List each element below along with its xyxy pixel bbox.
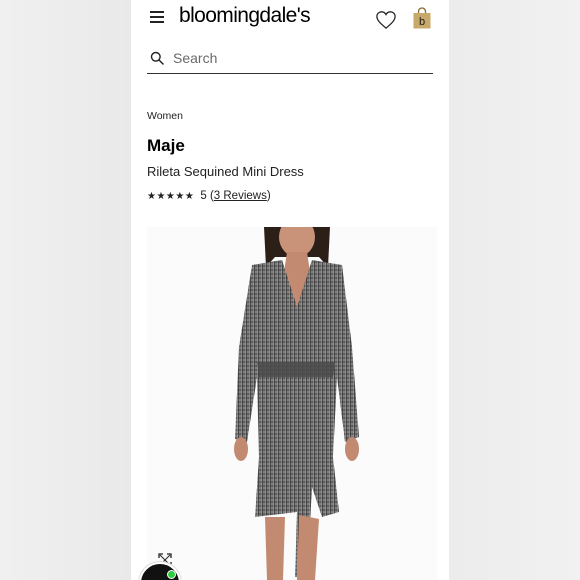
brand-name[interactable]: Maje bbox=[147, 136, 185, 156]
reviews-link[interactable]: 3 Reviews bbox=[214, 190, 267, 202]
rating-value: 5 bbox=[200, 190, 207, 202]
hamburger-menu-icon[interactable] bbox=[150, 11, 164, 23]
star-rating-icon: ★★★★★ bbox=[147, 191, 195, 202]
background-left bbox=[0, 0, 131, 580]
background-right bbox=[449, 0, 580, 580]
rating-row: ★★★★★ 5 (3 Reviews) bbox=[147, 190, 271, 202]
search-input[interactable] bbox=[173, 48, 423, 68]
shopping-bag-icon[interactable]: b bbox=[413, 7, 431, 29]
heart-icon[interactable] bbox=[375, 10, 397, 30]
logo[interactable]: bloomingdale's bbox=[179, 4, 311, 28]
search-icon bbox=[150, 51, 164, 65]
search-bar bbox=[147, 45, 433, 74]
dress-photo bbox=[234, 217, 359, 580]
bag-letter: b bbox=[419, 16, 425, 28]
reviews-close-paren: ) bbox=[266, 190, 271, 202]
online-status-dot bbox=[167, 570, 176, 579]
product-image[interactable] bbox=[147, 217, 437, 580]
product-page: bloomingdale's b Women Maje Rileta Sequi… bbox=[131, 0, 449, 580]
top-bar: bloomingdale's b bbox=[131, 0, 449, 40]
product-title: Rileta Sequined Mini Dress bbox=[147, 164, 304, 179]
breadcrumb[interactable]: Women bbox=[147, 110, 183, 122]
